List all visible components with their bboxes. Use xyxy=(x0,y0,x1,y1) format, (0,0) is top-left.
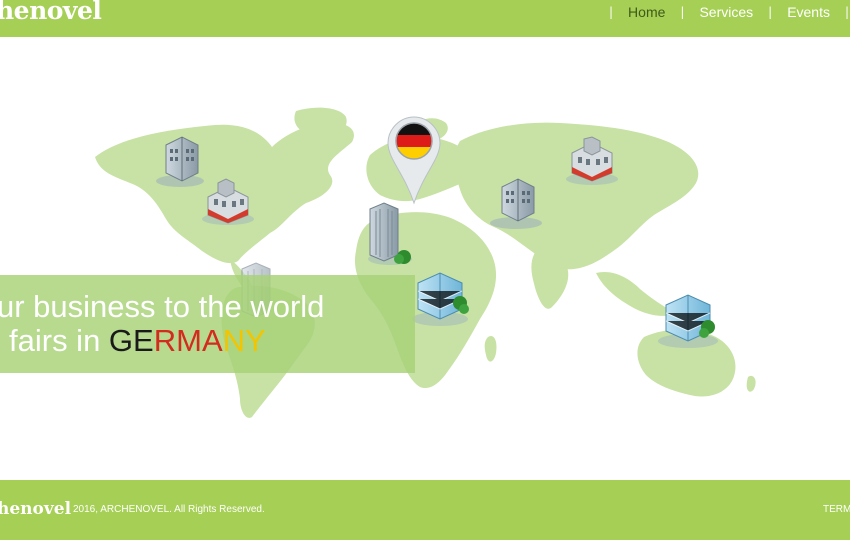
nav-separator: | xyxy=(609,5,614,19)
nav-home[interactable]: Home xyxy=(628,4,665,20)
hero-subline: fairs in GERMANY xyxy=(9,323,266,359)
hero-subline-prefix: fairs in xyxy=(9,323,109,358)
nav-separator: | xyxy=(680,5,685,19)
nav-services[interactable]: Services xyxy=(699,4,753,20)
footer-logo[interactable]: henovel xyxy=(0,499,71,519)
germany-letter: M xyxy=(176,323,202,358)
top-navbar: henovel | Home | Services | Events | C xyxy=(0,0,850,37)
nav-separator: | xyxy=(768,5,773,19)
germany-letter: A xyxy=(201,323,223,358)
asia xyxy=(454,122,699,270)
copyright-text: 2016, ARCHENOVEL. All Rights Reserved. xyxy=(73,504,265,515)
germany-letter: G xyxy=(108,323,134,358)
main-nav: | Home | Services | Events | C xyxy=(609,0,850,24)
madagascar xyxy=(484,335,497,362)
hero-headline: ur business to the world xyxy=(0,289,325,324)
glass-office-icon xyxy=(658,294,718,348)
southeast-asia xyxy=(596,271,676,316)
germany-letter: R xyxy=(153,323,177,358)
nav-separator: | xyxy=(845,5,850,19)
hero-banner: ur business to the world fairs in GERMAN… xyxy=(0,275,415,373)
site-logo[interactable]: henovel xyxy=(0,0,102,25)
hero-section: ur business to the world fairs in GERMAN… xyxy=(0,37,850,480)
world-map xyxy=(95,107,756,418)
germany-letter: N xyxy=(222,323,246,358)
germany-letter: E xyxy=(133,323,154,358)
germany-word: GERMANY xyxy=(109,323,266,358)
terms-link[interactable]: TERM xyxy=(823,504,850,515)
footer: henovel 2016, ARCHENOVEL. All Rights Res… xyxy=(0,480,850,540)
germany-letter: Y xyxy=(245,323,266,358)
nav-events[interactable]: Events xyxy=(787,4,830,20)
new-zealand xyxy=(746,375,756,392)
